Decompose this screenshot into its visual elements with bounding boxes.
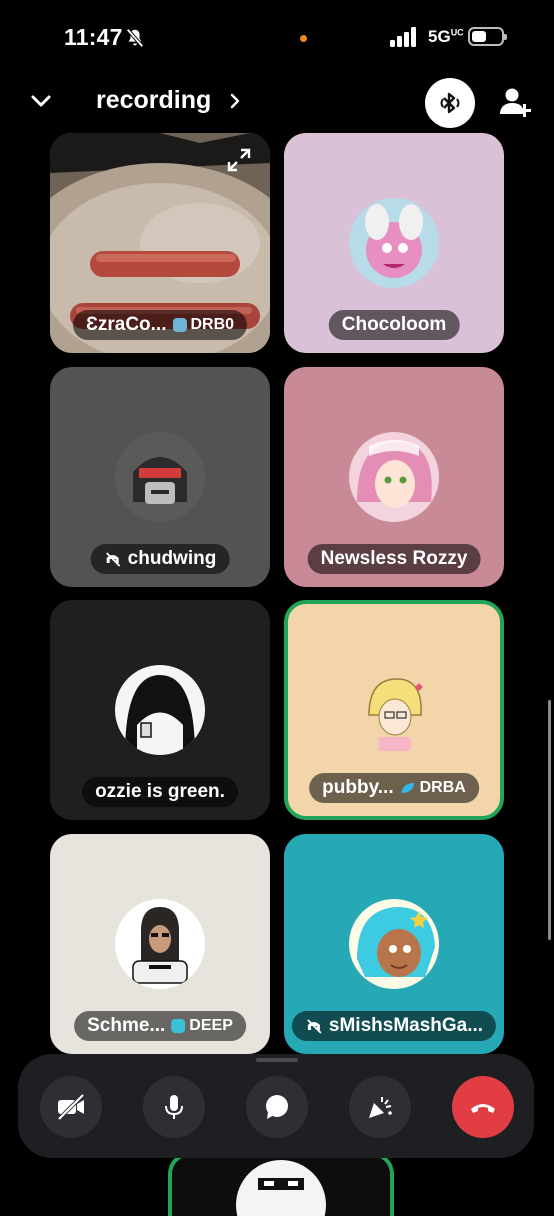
participant-tile[interactable]: chudwing <box>50 367 270 587</box>
bell-slash-icon <box>126 28 144 48</box>
server-tag: DRBA <box>400 779 466 797</box>
chevron-right-icon[interactable] <box>228 91 242 111</box>
participant-tile-speaking[interactable] <box>168 1152 394 1216</box>
participant-name: pubby... <box>322 777 394 798</box>
participant-name-pill: Newsless Rozzy <box>307 544 481 574</box>
server-tag: DRB0 <box>172 316 234 334</box>
participant-tile[interactable]: sMishsMashGa... <box>284 834 504 1054</box>
tag-icon <box>171 1019 186 1033</box>
status-bar: 11:47 5GUC <box>0 0 554 76</box>
call-controls <box>18 1054 534 1158</box>
battery-icon <box>468 27 507 46</box>
muted-icon <box>307 1019 322 1034</box>
audio-output-button[interactable] <box>425 78 475 128</box>
add-user-icon[interactable] <box>498 86 532 118</box>
participant-name: ƐzraCo... <box>85 314 167 335</box>
participant-name: ozzie is green. <box>95 781 225 802</box>
participant-tile[interactable]: Schme... DEEP <box>50 834 270 1054</box>
participant-name-pill: ozzie is green. <box>82 777 238 807</box>
clock: 11:47 <box>64 24 123 50</box>
muted-icon <box>106 552 121 567</box>
chevron-down-icon[interactable] <box>28 88 54 114</box>
avatar <box>349 198 439 288</box>
participant-name-pill: ƐzraCo... DRB0 <box>72 310 248 340</box>
server-tag: DEEP <box>171 1017 233 1035</box>
participant-tile-speaking[interactable]: pubby... DRBA <box>284 600 504 820</box>
avatar <box>115 665 205 755</box>
avatar <box>349 432 439 522</box>
hang-up-button[interactable] <box>452 1076 514 1138</box>
microphone-icon <box>165 1095 183 1119</box>
participant-name: Newsless Rozzy <box>320 548 468 569</box>
participant-tile[interactable]: Newsless Rozzy <box>284 367 504 587</box>
avatar <box>349 665 439 755</box>
network-label: 5GUC <box>428 27 464 46</box>
participant-tile[interactable]: ozzie is green. <box>50 600 270 820</box>
camera-off-icon <box>57 1093 85 1121</box>
activities-button[interactable] <box>349 1076 411 1138</box>
scrollbar[interactable] <box>548 700 551 940</box>
chat-button[interactable] <box>246 1076 308 1138</box>
tag-icon <box>172 318 187 332</box>
leaf-tag-icon <box>401 783 415 793</box>
participant-tile[interactable]: Chocoloom <box>284 133 504 353</box>
camera-toggle-button[interactable] <box>40 1076 102 1138</box>
chat-bubble-icon <box>266 1095 288 1119</box>
avatar <box>236 1160 326 1216</box>
participant-name: chudwing <box>127 548 217 569</box>
call-header: recording <box>0 76 554 130</box>
participant-name-pill: chudwing <box>90 544 230 574</box>
participant-name-pill: pubby... DRBA <box>309 773 479 803</box>
participant-name-pill: sMishsMashGa... <box>291 1011 497 1041</box>
participant-name: Chocoloom <box>341 314 447 335</box>
participant-name-pill: Schme... DEEP <box>74 1011 246 1041</box>
avatar <box>115 899 205 989</box>
participant-name: sMishsMashGa... <box>328 1015 484 1036</box>
phone-hang-up-icon <box>471 1104 495 1113</box>
rocket-activity-icon <box>369 1097 392 1118</box>
recording-dot <box>300 35 307 42</box>
participant-name: Schme... <box>87 1015 166 1036</box>
microphone-button[interactable] <box>143 1076 205 1138</box>
avatar <box>349 899 439 989</box>
avatar <box>115 432 205 522</box>
signal-icon <box>390 27 416 47</box>
bluetooth-audio-icon <box>440 92 460 114</box>
participant-name-pill: Chocoloom <box>328 310 460 340</box>
drawer-handle[interactable] <box>256 1058 298 1062</box>
channel-name[interactable]: recording <box>96 86 211 115</box>
participant-tile[interactable]: ƐzraCo... DRB0 <box>50 133 270 353</box>
expand-icon[interactable] <box>226 147 252 173</box>
